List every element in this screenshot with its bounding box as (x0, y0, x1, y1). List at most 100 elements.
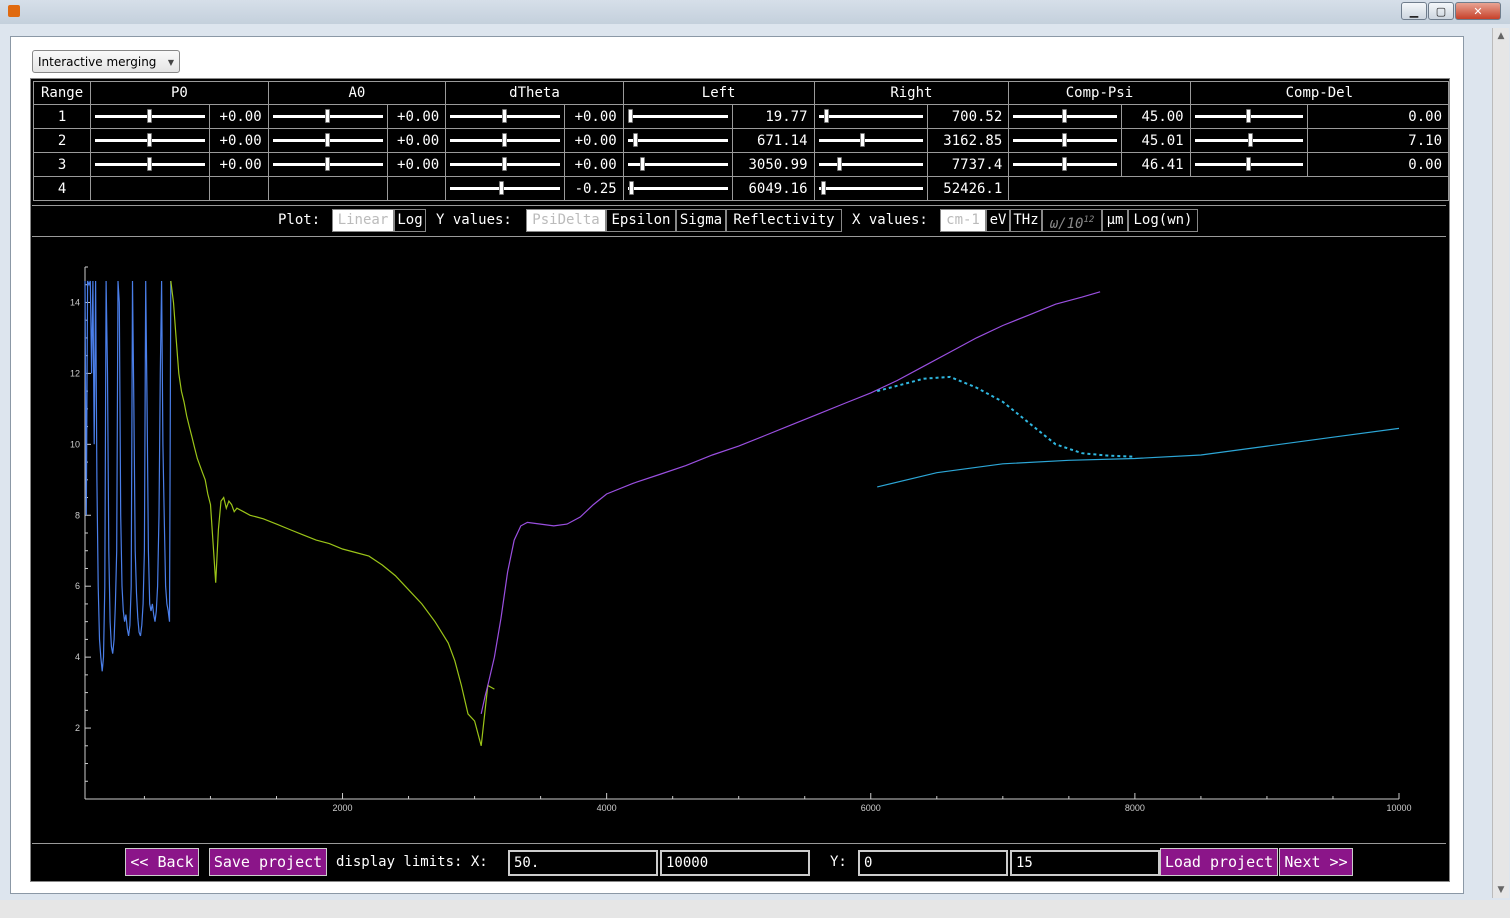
p0-slider[interactable] (95, 129, 206, 152)
y-psidelta-button[interactable]: PsiDelta (526, 209, 606, 232)
x-max-input[interactable]: 10000 (660, 850, 810, 876)
slider-handle[interactable] (147, 157, 153, 171)
load-project-button[interactable]: Load project (1160, 848, 1278, 876)
slider-handle[interactable] (632, 133, 638, 147)
p0-value: +0.00 (209, 104, 269, 129)
slider-handle[interactable] (502, 157, 508, 171)
left-slider[interactable] (627, 129, 728, 152)
close-button[interactable]: ✕ (1455, 2, 1501, 20)
slider-handle[interactable] (628, 181, 634, 195)
dtheta-slider[interactable] (450, 129, 561, 152)
slider-handle[interactable] (324, 133, 330, 147)
range-cell: 3 (32, 152, 92, 177)
close-icon: ✕ (1473, 5, 1483, 18)
slider-handle[interactable] (147, 109, 153, 123)
left-slider[interactable] (627, 105, 728, 128)
comp-del-slider[interactable] (1194, 153, 1303, 176)
back-button[interactable]: << Back (125, 848, 199, 876)
x-min-input[interactable]: 50. (508, 850, 658, 876)
slider-handle[interactable] (639, 157, 645, 171)
p0-slider[interactable] (95, 105, 206, 128)
header-a0: A0 (267, 81, 447, 105)
x-cm1-button[interactable]: cm-1 (940, 209, 986, 232)
range-cell: 2 (32, 128, 92, 153)
slider-handle[interactable] (820, 181, 826, 195)
comp-psi-slider-cell (1008, 104, 1123, 129)
slider-handle[interactable] (324, 157, 330, 171)
right-slider[interactable] (818, 153, 923, 176)
x-logwn-button[interactable]: Log(wn) (1128, 209, 1198, 232)
left-slider-cell (622, 104, 733, 129)
dtheta-slider[interactable] (450, 105, 561, 128)
minimize-icon: ▁ (1409, 5, 1419, 18)
slider-handle[interactable] (147, 133, 153, 147)
vertical-scrollbar[interactable]: ▲ ▼ (1492, 28, 1509, 898)
slider-handle[interactable] (1062, 133, 1068, 147)
comp-del-slider[interactable] (1194, 105, 1303, 128)
y-sigma-button[interactable]: Sigma (676, 209, 726, 232)
header-range: Range (32, 81, 92, 105)
p0-slider[interactable] (95, 153, 206, 176)
x-omega-button[interactable]: ω/1012 (1042, 209, 1102, 232)
plot-linear-button[interactable]: Linear (332, 209, 394, 232)
series-line-1 (84, 280, 172, 672)
minimize-button[interactable]: ▁ (1401, 2, 1427, 20)
slider-handle[interactable] (1062, 157, 1068, 171)
x-um-button[interactable]: μm (1102, 209, 1128, 232)
x-ev-button[interactable]: eV (986, 209, 1010, 232)
a0-slider[interactable] (272, 153, 383, 176)
slider-handle[interactable] (502, 133, 508, 147)
right-slider[interactable] (818, 129, 923, 152)
right-slider[interactable] (818, 177, 923, 200)
next-button[interactable]: Next >> (1279, 848, 1353, 876)
scroll-down-icon[interactable]: ▼ (1493, 882, 1509, 898)
left-slider[interactable] (627, 177, 728, 200)
slider-handle[interactable] (1247, 133, 1253, 147)
y-min-input[interactable]: 0 (858, 850, 1008, 876)
title-bar: ▁ ▢ ✕ (0, 0, 1510, 24)
slider-handle[interactable] (836, 157, 842, 171)
maximize-icon: ▢ (1435, 5, 1447, 18)
dtheta-slider-cell (445, 152, 566, 177)
a0-slider[interactable] (272, 105, 383, 128)
slider-handle[interactable] (499, 181, 505, 195)
maximize-button[interactable]: ▢ (1428, 2, 1454, 20)
dtheta-slider-cell (445, 128, 566, 153)
x-tick-label: 2000 (333, 803, 353, 813)
y-max-input[interactable]: 15 (1010, 850, 1160, 876)
plot-axes: 2000 4000 6000 8000 10000 2 4 6 8 10 12 14 (70, 266, 1412, 813)
slider-handle[interactable] (1062, 109, 1068, 123)
slider-handle[interactable] (1245, 109, 1251, 123)
a0-slider-cell (267, 104, 388, 129)
horizontal-scrollbar[interactable] (0, 900, 1510, 918)
scroll-up-icon[interactable]: ▲ (1493, 28, 1509, 44)
slider-handle[interactable] (502, 109, 508, 123)
comp-psi-value: 45.01 (1121, 128, 1191, 153)
plot-series (84, 280, 1400, 746)
a0-slider[interactable] (272, 129, 383, 152)
dtheta-value: -0.25 (564, 176, 624, 201)
comp-psi-slider[interactable] (1013, 153, 1118, 176)
slider-handle[interactable] (823, 109, 829, 123)
y-epsilon-button[interactable]: Epsilon (606, 209, 676, 232)
p0-slider-cell (90, 104, 211, 129)
y-reflectivity-button[interactable]: Reflectivity (726, 209, 842, 232)
right-slider[interactable] (818, 105, 923, 128)
left-slider[interactable] (627, 153, 728, 176)
x-thz-button[interactable]: THz (1010, 209, 1042, 232)
mode-popup-menu[interactable]: Interactive merging ▼ (32, 50, 180, 73)
dtheta-slider[interactable] (450, 177, 561, 200)
dtheta-slider-cell (445, 176, 566, 201)
range-cell: 1 (32, 104, 92, 129)
slider-handle[interactable] (859, 133, 865, 147)
slider-handle[interactable] (1245, 157, 1251, 171)
dtheta-slider[interactable] (450, 153, 561, 176)
slider-handle[interactable] (324, 109, 330, 123)
comp-del-slider[interactable] (1194, 129, 1303, 152)
comp-psi-slider[interactable] (1013, 129, 1118, 152)
comp-psi-slider[interactable] (1013, 105, 1118, 128)
save-project-button[interactable]: Save project (209, 848, 327, 876)
plot-log-button[interactable]: Log (394, 209, 426, 232)
slider-handle[interactable] (627, 109, 633, 123)
comp-psi-value: 45.00 (1121, 104, 1191, 129)
